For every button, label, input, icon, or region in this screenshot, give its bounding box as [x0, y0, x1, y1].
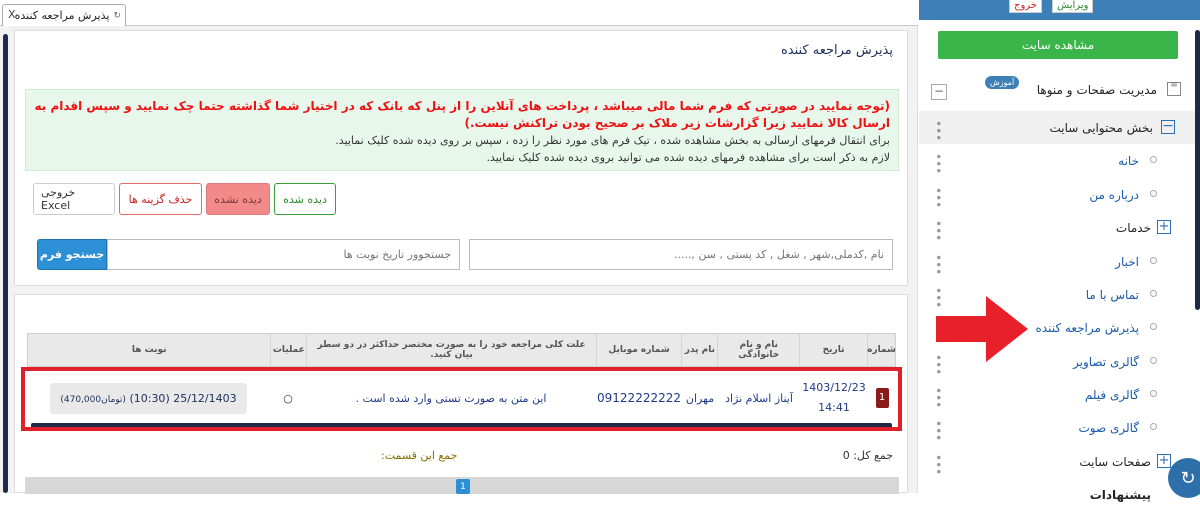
- header-queue[interactable]: نوبت ها: [28, 334, 270, 366]
- header-father[interactable]: نام پدر: [681, 334, 717, 366]
- header-name[interactable]: نام و نام خانوادگی: [717, 334, 799, 366]
- close-icon[interactable]: X: [8, 8, 16, 21]
- section-sum: جمع این قسمت:: [381, 449, 458, 462]
- content-section-label: بخش محتوایی سایت: [1049, 120, 1153, 135]
- page-title: پذیرش مراجعه کننده: [780, 43, 893, 58]
- drag-handle-icon[interactable]: •••: [931, 120, 945, 141]
- list-icon: ≡: [1167, 81, 1181, 96]
- drag-handle-icon[interactable]: •••: [931, 153, 945, 174]
- page-button-1[interactable]: 1: [456, 479, 470, 494]
- action-buttons: خروجی Excel حذف گزینه ها دیده نشده دیده …: [33, 183, 336, 215]
- red-arrow-icon: [936, 296, 1028, 362]
- refresh-icon[interactable]: ↻: [113, 11, 121, 21]
- header-operations[interactable]: عملیات: [270, 334, 306, 366]
- export-excel-button[interactable]: خروجی Excel: [33, 183, 115, 215]
- sidebar-item-site-pages[interactable]: + صفحات سایت •••: [919, 445, 1195, 478]
- main-area: ↻ پذیرش مراجعه کننده X پذیرش مراجعه کنند…: [0, 0, 918, 494]
- table-header: شماره تاریخ نام و نام خانوادگی نام پدر ش…: [27, 333, 896, 367]
- search-form-button[interactable]: جستجو فرم: [37, 239, 107, 270]
- header-num[interactable]: شماره: [867, 334, 896, 366]
- plus-icon[interactable]: +: [1157, 454, 1171, 468]
- info-line-1: برای انتقال فرمهای ارسالی به بخش مشاهده …: [335, 134, 890, 147]
- sidebar-scrollbar[interactable]: [1195, 30, 1200, 310]
- seen-button[interactable]: دیده شده: [274, 183, 336, 215]
- search-panel: پذیرش مراجعه کننده (توجه نمایید در صورتی…: [14, 30, 908, 286]
- tab-reception[interactable]: ↻ پذیرش مراجعه کننده X: [2, 4, 126, 26]
- bullet-icon: [1150, 323, 1157, 330]
- sidebar-item-services[interactable]: + خدمات •••: [919, 211, 1195, 244]
- menu-pages-label: مدیریت صفحات و منوها: [1036, 83, 1157, 97]
- drag-handle-icon[interactable]: •••: [931, 220, 945, 241]
- sidebar-item-about[interactable]: درباره من •••: [919, 178, 1195, 211]
- bullet-icon: [1150, 423, 1157, 430]
- bullet-icon: [1150, 190, 1157, 197]
- vertical-scrollbar[interactable]: [3, 34, 8, 493]
- bullet-icon: [1150, 290, 1157, 297]
- edit-button[interactable]: ویرایش: [1052, 0, 1094, 13]
- header-date[interactable]: تاریخ: [799, 334, 867, 366]
- bullet-icon: [1150, 357, 1157, 364]
- bullet-icon: [1150, 156, 1157, 163]
- highlight-box: [21, 367, 902, 431]
- drag-handle-icon[interactable]: •••: [931, 454, 945, 475]
- collapse-icon[interactable]: −: [931, 84, 947, 100]
- bullet-icon: [1150, 257, 1157, 264]
- results-panel: شماره تاریخ نام و نام خانوادگی نام پدر ش…: [14, 294, 908, 494]
- sidebar-item-news[interactable]: اخبار •••: [919, 245, 1195, 278]
- delete-selected-button[interactable]: حذف گزینه ها: [119, 183, 202, 215]
- date-search-input[interactable]: [107, 239, 460, 270]
- sidebar-topbar: خروج ویرایش: [919, 0, 1200, 20]
- tab-label: پذیرش مراجعه کننده: [14, 9, 110, 22]
- sidebar-item-video-gallery[interactable]: گالری فیلم •••: [919, 378, 1195, 411]
- warning-text: (توجه نمایید در صورتی که فرم شما مالی می…: [34, 99, 890, 130]
- sidebar-item-suggestions[interactable]: پیشنهادات: [919, 478, 1195, 511]
- drag-handle-icon[interactable]: •••: [931, 187, 945, 208]
- minus-icon[interactable]: −: [1161, 119, 1175, 134]
- drag-handle-icon[interactable]: •••: [931, 387, 945, 408]
- sidebar: خروج ویرایش مشاهده سایت ≡ مدیریت صفحات و…: [919, 0, 1200, 502]
- bullet-icon: [1150, 390, 1157, 397]
- info-line-2: لازم به ذکر است برای مشاهده فرمهای دیده …: [486, 151, 890, 164]
- menu-content-section[interactable]: − بخش محتوایی سایت •••: [919, 111, 1195, 144]
- logout-button[interactable]: خروج: [1009, 0, 1042, 13]
- header-mobile[interactable]: شماره موبایل: [595, 334, 682, 366]
- view-site-button[interactable]: مشاهده سایت: [938, 31, 1178, 59]
- tutorial-badge[interactable]: آموزش: [985, 76, 1020, 89]
- unseen-button[interactable]: دیده نشده: [206, 183, 270, 215]
- keyword-search-input[interactable]: [469, 239, 893, 270]
- drag-handle-icon[interactable]: •••: [931, 254, 945, 275]
- header-reason[interactable]: علت کلی مراجعه خود را به صورت مختصر حداک…: [306, 334, 595, 366]
- plus-icon[interactable]: +: [1157, 220, 1171, 234]
- info-alert: (توجه نمایید در صورتی که فرم شما مالی می…: [25, 89, 899, 171]
- drag-handle-icon[interactable]: •••: [931, 420, 945, 441]
- refresh-float-icon[interactable]: ↻: [1168, 458, 1200, 498]
- menu-pages-management[interactable]: ≡ مدیریت صفحات و منوها آموزش −: [919, 72, 1195, 108]
- sidebar-item-home[interactable]: خانه •••: [919, 144, 1195, 177]
- total-sum: جمع کل: 0: [842, 449, 893, 462]
- tab-bar: ↻ پذیرش مراجعه کننده X: [0, 0, 918, 26]
- sidebar-item-audio-gallery[interactable]: گالری صوت •••: [919, 411, 1195, 444]
